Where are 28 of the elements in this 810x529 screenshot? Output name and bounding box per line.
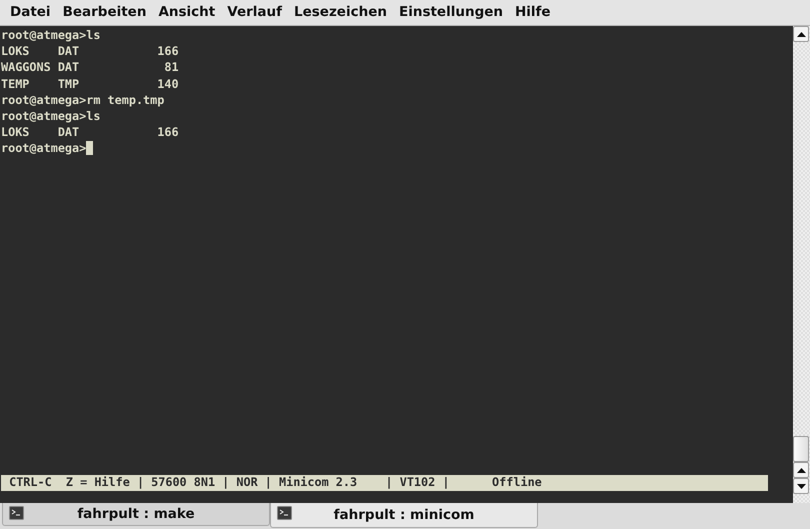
up-arrow-icon — [796, 32, 806, 36]
down-arrow-icon — [796, 484, 806, 488]
tab[interactable]: fahrpult : minicom — [270, 503, 538, 528]
terminal-icon — [9, 506, 24, 520]
terminal-line: root@atmega>ls — [1, 28, 100, 42]
terminal-line: root@atmega>ls — [1, 108, 100, 123]
terminal-line: TEMP TMP 140 — [1, 76, 179, 91]
menu-item[interactable]: Einstellungen — [392, 0, 509, 26]
scrollbar[interactable] — [793, 26, 810, 503]
scroll-up-button[interactable] — [793, 26, 809, 42]
menu-item[interactable]: Bearbeiten — [56, 0, 152, 26]
scroll-thumb[interactable] — [793, 436, 809, 462]
cursor — [86, 141, 94, 156]
terminal-line: root@atmega>rm temp.tmp — [1, 92, 164, 107]
scroll-up-button[interactable] — [793, 462, 809, 478]
terminal-icon — [277, 506, 292, 520]
tab[interactable]: fahrpult : make — [2, 503, 270, 526]
terminal-line: LOKS DAT 166 — [1, 125, 179, 140]
terminal-line: root@atmega> — [1, 141, 86, 156]
menu-item[interactable]: Lesezeichen — [288, 0, 393, 26]
terminal-line: WAGGONS DAT 81 — [1, 60, 179, 74]
menu-item[interactable]: Hilfe — [509, 0, 557, 26]
scroll-down-button[interactable] — [793, 478, 809, 494]
menu-item[interactable]: Ansicht — [152, 0, 222, 26]
menu-item[interactable]: Verlauf — [221, 0, 288, 26]
terminal-line: LOKS DAT 166 — [1, 44, 179, 58]
menu-item[interactable]: Datei — [4, 0, 57, 26]
up-arrow-icon — [796, 468, 806, 472]
